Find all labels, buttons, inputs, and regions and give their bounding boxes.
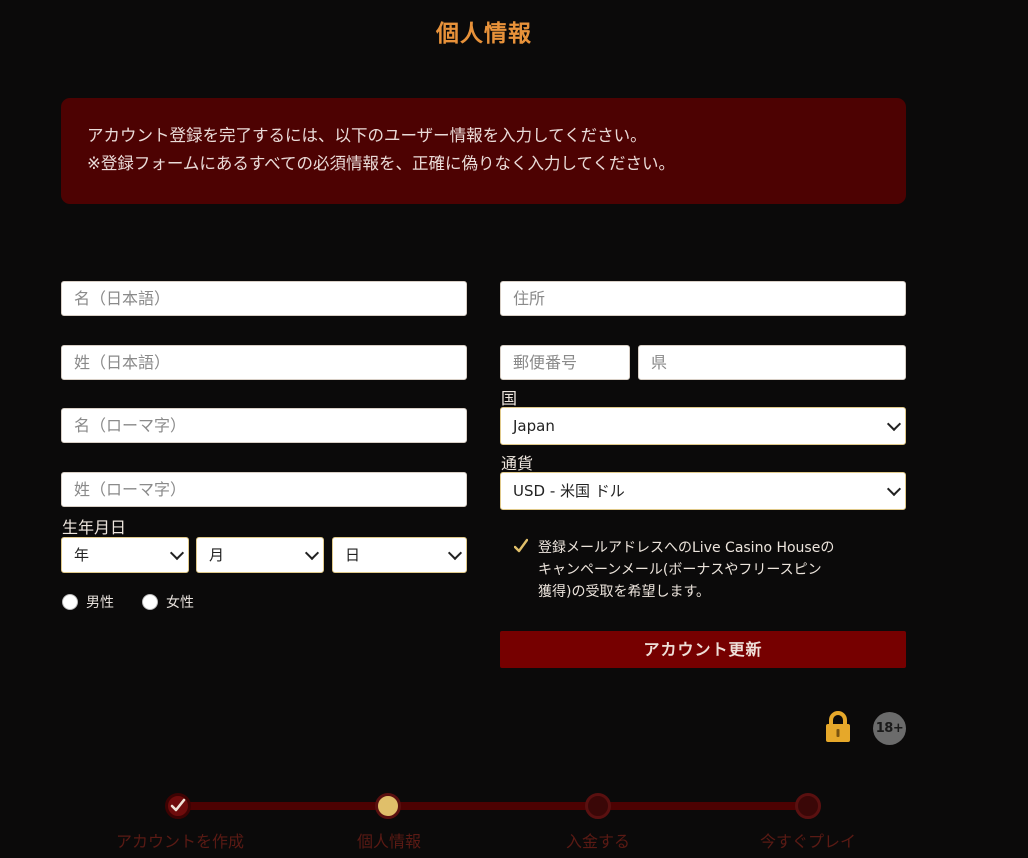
checkmark-icon — [170, 798, 186, 812]
first-name-jp-input[interactable]: 名（日本語） — [61, 281, 467, 316]
gender-male-option[interactable]: 男性 — [62, 592, 114, 612]
radio-female[interactable] — [142, 594, 158, 610]
newsletter-line-2: キャンペーンメール(ボーナスやフリースピン — [538, 562, 822, 578]
chevron-down-icon — [886, 481, 902, 497]
chevron-down-icon — [447, 545, 463, 561]
currency-value: USD - 米国 ドル — [513, 482, 625, 500]
last-name-jp-input[interactable]: 姓（日本語） — [61, 345, 467, 380]
birth-month-value: 月 — [209, 546, 225, 564]
country-label: 国 — [501, 389, 518, 408]
step-4-dot — [795, 793, 821, 819]
prefecture-input[interactable]: 県 — [638, 345, 906, 380]
birthdate-label: 生年月日 — [62, 518, 127, 537]
step-1-dot — [165, 793, 191, 819]
gender-male-label: 男性 — [86, 595, 114, 611]
chevron-down-icon — [304, 545, 320, 561]
step-3-label: 入金する — [565, 832, 630, 851]
currency-select[interactable]: USD - 米国 ドル — [500, 472, 906, 510]
page-title: 個人情報 — [436, 21, 532, 47]
country-value: Japan — [513, 417, 555, 435]
gender-female-option[interactable]: 女性 — [142, 592, 194, 612]
age-restriction-icon: 18+ — [873, 712, 906, 745]
update-account-button[interactable]: アカウント更新 — [500, 631, 906, 668]
last-name-roman-input[interactable]: 姓（ローマ字） — [61, 472, 467, 507]
notice-line-2: ※登録フォームにあるすべての必須情報を、正確に偽りなく入力してください。 — [87, 154, 676, 173]
address-input[interactable]: 住所 — [500, 281, 906, 316]
newsletter-consent-text: 登録メールアドレスへのLive Casino Houseの キャンペーンメール(… — [538, 537, 858, 603]
newsletter-checkbox[interactable] — [514, 538, 528, 554]
birth-year-value: 年 — [74, 546, 90, 564]
first-name-roman-input[interactable]: 名（ローマ字） — [61, 408, 467, 443]
chevron-down-icon — [886, 416, 902, 432]
currency-label: 通貨 — [501, 454, 534, 473]
birth-day-value: 日 — [345, 546, 361, 564]
birth-month-select[interactable]: 月 — [196, 537, 324, 573]
step-4-label: 今すぐプレイ — [759, 832, 856, 851]
radio-male[interactable] — [62, 594, 78, 610]
newsletter-line-1: 登録メールアドレスへのLive Casino Houseの — [538, 540, 835, 556]
birth-day-select[interactable]: 日 — [332, 537, 467, 573]
progress-track — [178, 802, 810, 810]
step-2-dot — [375, 793, 401, 819]
step-2-label: 個人情報 — [356, 832, 421, 851]
step-1-label: アカウントを作成 — [115, 832, 244, 851]
lock-icon — [826, 711, 850, 742]
newsletter-line-3: 獲得)の受取を希望します。 — [538, 584, 711, 600]
postal-code-input[interactable]: 郵便番号 — [500, 345, 630, 380]
notice-line-1: アカウント登録を完了するには、以下のユーザー情報を入力してください。 — [87, 126, 647, 145]
step-3-dot — [585, 793, 611, 819]
gender-female-label: 女性 — [166, 595, 194, 611]
chevron-down-icon — [169, 545, 185, 561]
birth-year-select[interactable]: 年 — [61, 537, 189, 573]
personal-info-page: 個人情報 アカウント登録を完了するには、以下のユーザー情報を入力してください。 … — [0, 0, 1028, 858]
country-select[interactable]: Japan — [500, 407, 906, 445]
registration-notice: アカウント登録を完了するには、以下のユーザー情報を入力してください。 ※登録フォ… — [61, 98, 906, 204]
